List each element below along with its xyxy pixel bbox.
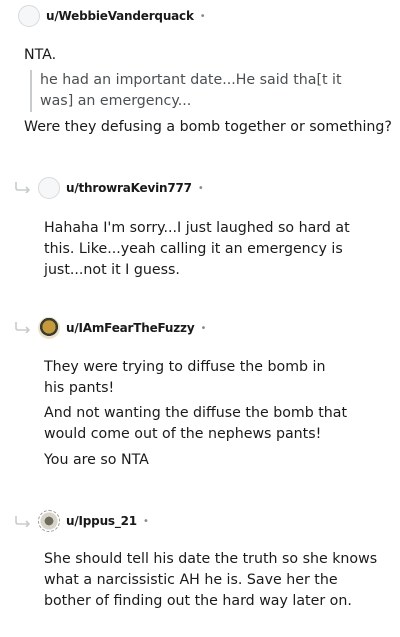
comment-text: NTA. [24,47,57,63]
comment-text: You are so NTA [44,452,149,468]
comment-header: u/WebbieVanderquack • [18,4,206,28]
username[interactable]: u/IAmFearTheFuzzy [66,321,195,335]
comment-text: And not wanting the diffuse the bomb tha… [44,405,348,442]
comment-text: They were trying to diffuse the bomb in … [44,359,326,396]
avatar[interactable] [38,177,60,199]
username[interactable]: u/WebbieVanderquack [46,9,194,23]
username[interactable]: u/Ippus_21 [66,514,137,528]
comment-text: Were they defusing a bomb together or so… [24,119,392,135]
separator-dot: • [197,182,204,194]
separator-dot: • [199,10,206,22]
separator-dot: • [200,322,207,334]
reply-arrow-icon [15,182,31,193]
reply-arrow-icon [15,516,31,527]
comment-text: She should tell his date the truth so sh… [44,551,378,609]
comment-header: u/throwraKevin777 • [38,176,204,200]
separator-dot: • [142,515,149,527]
comment-text: Hahaha I'm sorry...I just laughed so har… [44,220,350,278]
blockquote: he had an important date...He said tha[t… [30,70,370,112]
avatar[interactable] [38,510,60,532]
comment-header: u/IAmFearTheFuzzy • [38,316,206,340]
avatar[interactable] [18,5,40,27]
reply-arrow-icon [15,322,31,333]
comment-header: u/Ippus_21 • [38,509,149,533]
avatar[interactable] [38,317,60,339]
username[interactable]: u/throwraKevin777 [66,181,192,195]
